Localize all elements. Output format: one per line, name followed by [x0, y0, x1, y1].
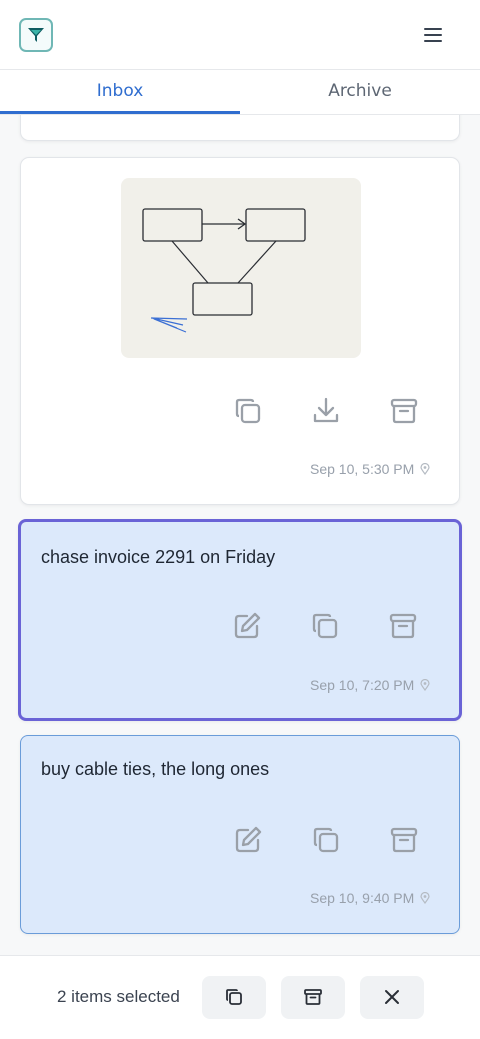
app-header	[0, 0, 480, 70]
item-list[interactable]: Sep 10, 5:30 PM chase invoice 2291 on Fr…	[0, 115, 480, 955]
funnel-logo-icon[interactable]	[19, 18, 53, 52]
active-tab-indicator	[0, 111, 240, 114]
copy-icon[interactable]	[305, 606, 345, 646]
location-pin-icon	[420, 463, 430, 475]
copy-icon[interactable]	[306, 820, 346, 860]
archive-icon	[304, 989, 322, 1005]
edit-icon[interactable]	[228, 820, 268, 860]
edit-icon[interactable]	[227, 606, 267, 646]
image-card[interactable]: Sep 10, 5:30 PM	[20, 157, 460, 505]
note-card[interactable]: buy cable ties, the long ones Sep 10, 9:…	[20, 735, 460, 934]
note-text: buy cable ties, the long ones	[41, 759, 270, 779]
archive-icon[interactable]	[384, 391, 424, 431]
timestamp: Sep 10, 9:40 PM	[310, 890, 430, 906]
tab-bar: Inbox Archive	[0, 70, 480, 115]
timestamp: Sep 10, 7:20 PM	[310, 677, 430, 693]
sketch-diagram-image[interactable]	[121, 178, 361, 358]
close-icon	[385, 990, 399, 1004]
hamburger-menu-icon[interactable]	[418, 20, 448, 50]
previous-card[interactable]	[20, 115, 460, 141]
tab-inbox[interactable]: Inbox	[0, 70, 240, 114]
selection-count: 2 items selected	[57, 987, 180, 1006]
archive-icon[interactable]	[383, 606, 423, 646]
copy-icon	[226, 989, 242, 1005]
archive-icon[interactable]	[384, 820, 424, 860]
location-pin-icon	[420, 892, 430, 904]
timestamp-text: Sep 10, 7:20 PM	[310, 677, 415, 693]
copy-selected-button[interactable]	[202, 976, 266, 1019]
archive-selected-button[interactable]	[281, 976, 345, 1019]
timestamp-text: Sep 10, 9:40 PM	[310, 890, 415, 906]
clear-selection-button[interactable]	[360, 976, 424, 1019]
note-text: chase invoice 2291 on Friday	[41, 547, 276, 567]
location-pin-icon	[420, 679, 430, 691]
timestamp-text: Sep 10, 5:30 PM	[310, 461, 415, 477]
note-card-selected[interactable]: chase invoice 2291 on Friday Sep 10, 7:2…	[18, 519, 462, 721]
tab-archive[interactable]: Archive	[240, 70, 480, 114]
download-icon[interactable]	[306, 391, 346, 431]
selection-bar: 2 items selected	[0, 955, 480, 1039]
copy-icon[interactable]	[228, 391, 268, 431]
timestamp: Sep 10, 5:30 PM	[310, 461, 430, 477]
